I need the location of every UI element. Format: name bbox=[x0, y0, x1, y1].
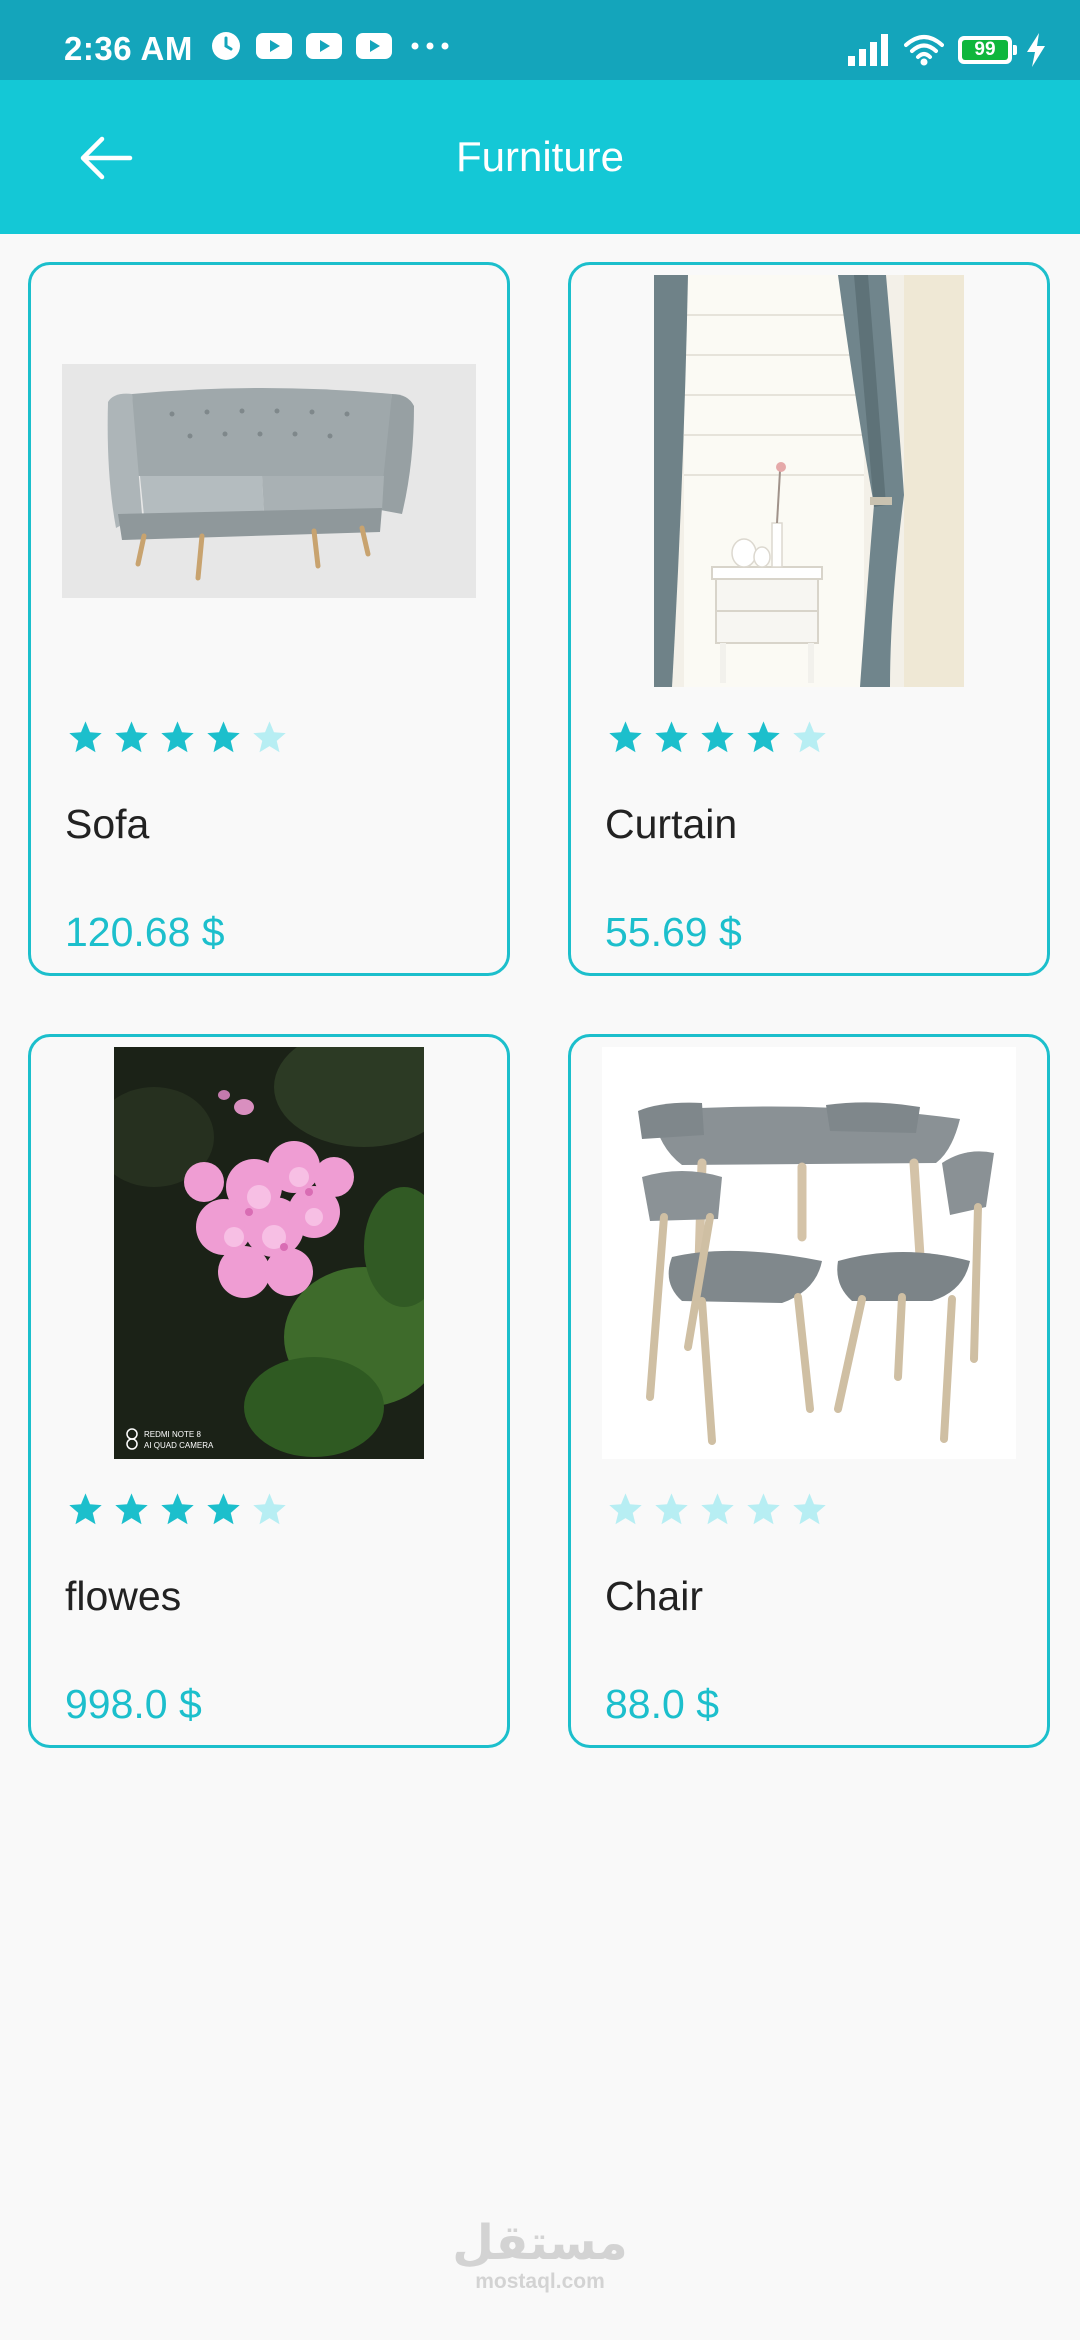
rating-stars bbox=[67, 1491, 288, 1528]
product-name: Chair bbox=[605, 1573, 703, 1619]
signal-icon bbox=[848, 34, 888, 66]
youtube-icon bbox=[256, 33, 292, 59]
alarm-clock-icon bbox=[212, 32, 240, 60]
product-name: Curtain bbox=[605, 801, 738, 847]
star-filled-icon bbox=[609, 721, 642, 753]
star-filled-icon bbox=[747, 721, 780, 753]
star-empty-icon bbox=[793, 721, 826, 753]
battery-level: 99 bbox=[962, 40, 1008, 60]
rating-stars bbox=[67, 719, 288, 756]
curtain-image bbox=[593, 275, 1025, 687]
product-name: Sofa bbox=[65, 801, 150, 847]
page-title: Furniture bbox=[455, 133, 625, 180]
product-card-sofa[interactable]: Sofa 120.68 $ bbox=[28, 262, 510, 976]
status-bar: 2:36 AM 99 bbox=[0, 0, 1080, 80]
star-filled-icon bbox=[701, 721, 734, 753]
rating-stars bbox=[607, 719, 828, 756]
product-card-flowes[interactable]: REDMI NOTE 8 AI QUAD CAMERA flowes 998.0… bbox=[28, 1034, 510, 1748]
notification-icons bbox=[210, 30, 450, 62]
rating-stars bbox=[607, 1491, 828, 1528]
system-icons: 99 bbox=[848, 30, 1046, 70]
photo-watermark-line-2: AI QUAD CAMERA bbox=[144, 1441, 214, 1450]
product-name: flowes bbox=[65, 1573, 182, 1619]
star-filled-icon bbox=[69, 721, 102, 753]
dining-set-image bbox=[593, 1047, 1025, 1459]
sofa-image bbox=[53, 275, 485, 687]
product-card-curtain[interactable]: Curtain 55.69 $ bbox=[568, 262, 1050, 976]
status-time: 2:36 AM bbox=[64, 30, 193, 67]
star-filled-icon bbox=[161, 721, 194, 753]
star-filled-icon bbox=[161, 1493, 194, 1525]
product-price: 88.0 $ bbox=[605, 1681, 719, 1727]
star-empty-icon bbox=[655, 1493, 688, 1525]
youtube-icon bbox=[306, 33, 342, 59]
charging-icon bbox=[1027, 33, 1045, 67]
star-filled-icon bbox=[207, 721, 240, 753]
product-price: 120.68 $ bbox=[65, 909, 225, 955]
star-filled-icon bbox=[207, 1493, 240, 1525]
star-empty-icon bbox=[747, 1493, 780, 1525]
wifi-icon bbox=[904, 35, 944, 66]
product-price: 55.69 $ bbox=[605, 909, 742, 955]
watermark-arabic: مستقل bbox=[452, 2215, 628, 2271]
star-filled-icon bbox=[115, 721, 148, 753]
star-empty-icon bbox=[701, 1493, 734, 1525]
more-dots-icon bbox=[411, 42, 449, 50]
app-bar: Furniture bbox=[0, 80, 1080, 234]
site-watermark: مستقل mostaql.com bbox=[0, 2218, 1080, 2294]
youtube-icon bbox=[356, 33, 392, 59]
star-filled-icon bbox=[655, 721, 688, 753]
star-filled-icon bbox=[115, 1493, 148, 1525]
star-empty-icon bbox=[253, 721, 286, 753]
product-price: 998.0 $ bbox=[65, 1681, 202, 1727]
watermark-latin: mostaql.com bbox=[475, 2270, 605, 2293]
photo-watermark-line-1: REDMI NOTE 8 bbox=[144, 1430, 201, 1439]
star-empty-icon bbox=[609, 1493, 642, 1525]
product-card-chair[interactable]: Chair 88.0 $ bbox=[568, 1034, 1050, 1748]
star-empty-icon bbox=[793, 1493, 826, 1525]
flower-image: REDMI NOTE 8 AI QUAD CAMERA bbox=[53, 1047, 485, 1459]
star-filled-icon bbox=[69, 1493, 102, 1525]
battery-icon: 99 bbox=[958, 36, 1017, 64]
star-empty-icon bbox=[253, 1493, 286, 1525]
